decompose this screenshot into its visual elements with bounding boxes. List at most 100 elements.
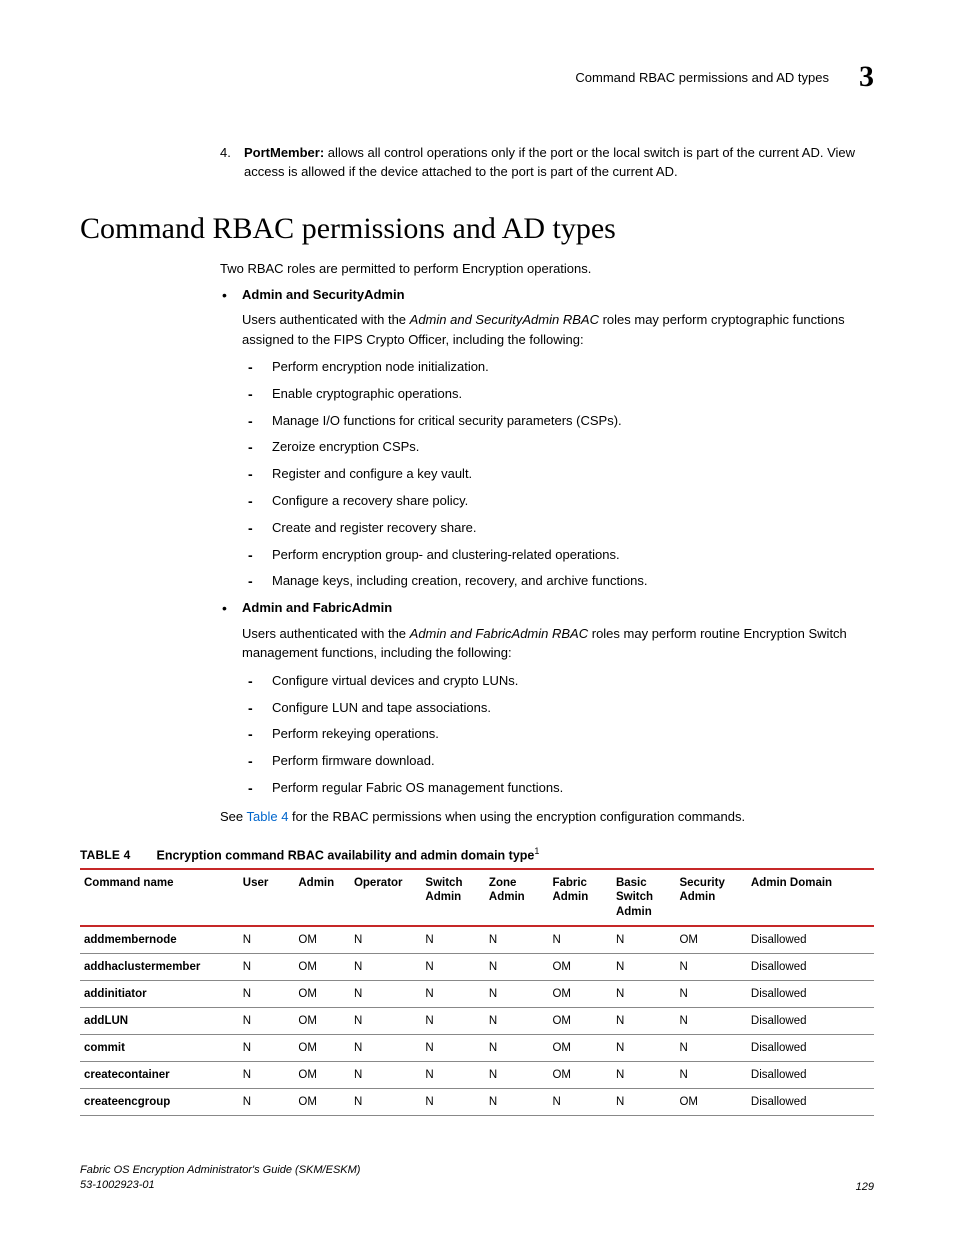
table-cell: OM — [548, 1035, 612, 1062]
table-header-cell: Admin Domain — [747, 869, 874, 926]
table-cell: N — [612, 1062, 676, 1089]
table-cell: N — [548, 1089, 612, 1116]
table-cell: N — [485, 926, 549, 954]
table-cell: Disallowed — [747, 1008, 874, 1035]
see-prefix: See — [220, 809, 247, 824]
table-row: commitNOMNNNOMNNDisallowed — [80, 1035, 874, 1062]
role-subitem: Perform rekeying operations. — [242, 724, 874, 745]
table-cell: N — [612, 1008, 676, 1035]
table-cell: OM — [675, 1089, 746, 1116]
table-cell: addmembernode — [80, 926, 239, 954]
table-cell: OM — [675, 926, 746, 954]
table-cell: N — [239, 981, 295, 1008]
role-subitem: Enable cryptographic operations. — [242, 384, 874, 405]
role-title: Admin and FabricAdmin — [242, 598, 874, 618]
table-cell: N — [485, 954, 549, 981]
table-cell: N — [675, 954, 746, 981]
ordered-list-item-4: 4. PortMember: allows all control operat… — [220, 144, 874, 182]
table-cell: N — [350, 1062, 421, 1089]
table-header-cell: Command name — [80, 869, 239, 926]
table-cell: N — [421, 954, 485, 981]
table-caption-text: Encryption command RBAC availability and… — [157, 848, 535, 862]
role-subitem: Register and configure a key vault. — [242, 464, 874, 485]
table-header-row: Command nameUserAdminOperatorSwitchAdmin… — [80, 869, 874, 926]
table-cell: createcontainer — [80, 1062, 239, 1089]
role-title: Admin and SecurityAdmin — [242, 285, 874, 305]
table-cell: Disallowed — [747, 954, 874, 981]
page: Command RBAC permissions and AD types 3 … — [0, 0, 954, 1235]
table-cell: N — [350, 1035, 421, 1062]
table-cell: N — [485, 1035, 549, 1062]
role-subitem: Perform firmware download. — [242, 751, 874, 772]
footer-doc-number: 53-1002923-01 — [80, 1178, 360, 1193]
table-header-cell: SecurityAdmin — [675, 869, 746, 926]
portmember-text: allows all control operations only if th… — [244, 145, 855, 179]
table-cell: OM — [294, 981, 350, 1008]
rbac-table: Command nameUserAdminOperatorSwitchAdmin… — [80, 868, 874, 1116]
table-link[interactable]: Table 4 — [247, 809, 289, 824]
role-subitem: Perform regular Fabric OS management fun… — [242, 778, 874, 799]
table-cell: N — [239, 1062, 295, 1089]
role-subitem: Perform encryption group- and clustering… — [242, 545, 874, 566]
role-paragraph: Users authenticated with the Admin and F… — [242, 624, 874, 663]
table-cell: createencgroup — [80, 1089, 239, 1116]
see-line: See Table 4 for the RBAC permissions whe… — [220, 809, 874, 824]
table-cell: OM — [548, 981, 612, 1008]
table-row: addmembernodeNOMNNNNNOMDisallowed — [80, 926, 874, 954]
table-row: addhaclustermemberNOMNNNOMNNDisallowed — [80, 954, 874, 981]
role-subitem: Create and register recovery share. — [242, 518, 874, 539]
portmember-label: PortMember: — [244, 145, 324, 160]
role-sublist: Configure virtual devices and crypto LUN… — [242, 671, 874, 799]
table-cell: N — [239, 1035, 295, 1062]
page-footer: Fabric OS Encryption Administrator's Gui… — [80, 1163, 874, 1193]
role-subitem: Configure LUN and tape associations. — [242, 698, 874, 719]
table-cell: Disallowed — [747, 1062, 874, 1089]
table-cell: N — [350, 1008, 421, 1035]
roles-list: Admin and SecurityAdmin Users authenticat… — [220, 285, 874, 799]
table-cell: addLUN — [80, 1008, 239, 1035]
table-header-cell: Admin — [294, 869, 350, 926]
role-subitem: Configure virtual devices and crypto LUN… — [242, 671, 874, 692]
table-cell: addinitiator — [80, 981, 239, 1008]
role-subitem: Zeroize encryption CSPs. — [242, 437, 874, 458]
table-cell: N — [612, 981, 676, 1008]
table-cell: N — [421, 1089, 485, 1116]
table-cell: commit — [80, 1035, 239, 1062]
table-cell: N — [421, 926, 485, 954]
table-cell: Disallowed — [747, 1035, 874, 1062]
table-cell: N — [239, 926, 295, 954]
table-header-cell: User — [239, 869, 295, 926]
table-row: createencgroupNOMNNNNNOMDisallowed — [80, 1089, 874, 1116]
table-cell: N — [485, 1062, 549, 1089]
table-cell: OM — [294, 1035, 350, 1062]
table-cell: N — [421, 981, 485, 1008]
table-row: addLUNNOMNNNOMNNDisallowed — [80, 1008, 874, 1035]
table-cell: N — [675, 1008, 746, 1035]
see-suffix: for the RBAC permissions when using the … — [288, 809, 745, 824]
table-cell: N — [612, 1035, 676, 1062]
table-cell: N — [421, 1008, 485, 1035]
table-cell: N — [485, 981, 549, 1008]
table-header-cell: FabricAdmin — [548, 869, 612, 926]
table-row: createcontainerNOMNNNOMNNDisallowed — [80, 1062, 874, 1089]
table-header-cell: Operator — [350, 869, 421, 926]
table-cell: N — [612, 954, 676, 981]
table-cell: N — [350, 981, 421, 1008]
table-cell: OM — [294, 1008, 350, 1035]
role-item: Admin and FabricAdmin Users authenticated… — [220, 598, 874, 798]
role-paragraph: Users authenticated with the Admin and S… — [242, 310, 874, 349]
table-cell: OM — [294, 1062, 350, 1089]
table-cell: OM — [294, 1089, 350, 1116]
table-cell: N — [675, 1035, 746, 1062]
table-header-cell: BasicSwitch Admin — [612, 869, 676, 926]
running-header: Command RBAC permissions and AD types 3 — [80, 60, 874, 94]
table-cell: addhaclustermember — [80, 954, 239, 981]
section-heading: Command RBAC permissions and AD types — [80, 212, 874, 246]
table-header-cell: SwitchAdmin — [421, 869, 485, 926]
running-header-title: Command RBAC permissions and AD types — [575, 70, 829, 85]
table-cell: N — [421, 1035, 485, 1062]
table-cell: N — [350, 926, 421, 954]
table-header-cell: ZoneAdmin — [485, 869, 549, 926]
table-cell: N — [548, 926, 612, 954]
footer-left: Fabric OS Encryption Administrator's Gui… — [80, 1163, 360, 1193]
